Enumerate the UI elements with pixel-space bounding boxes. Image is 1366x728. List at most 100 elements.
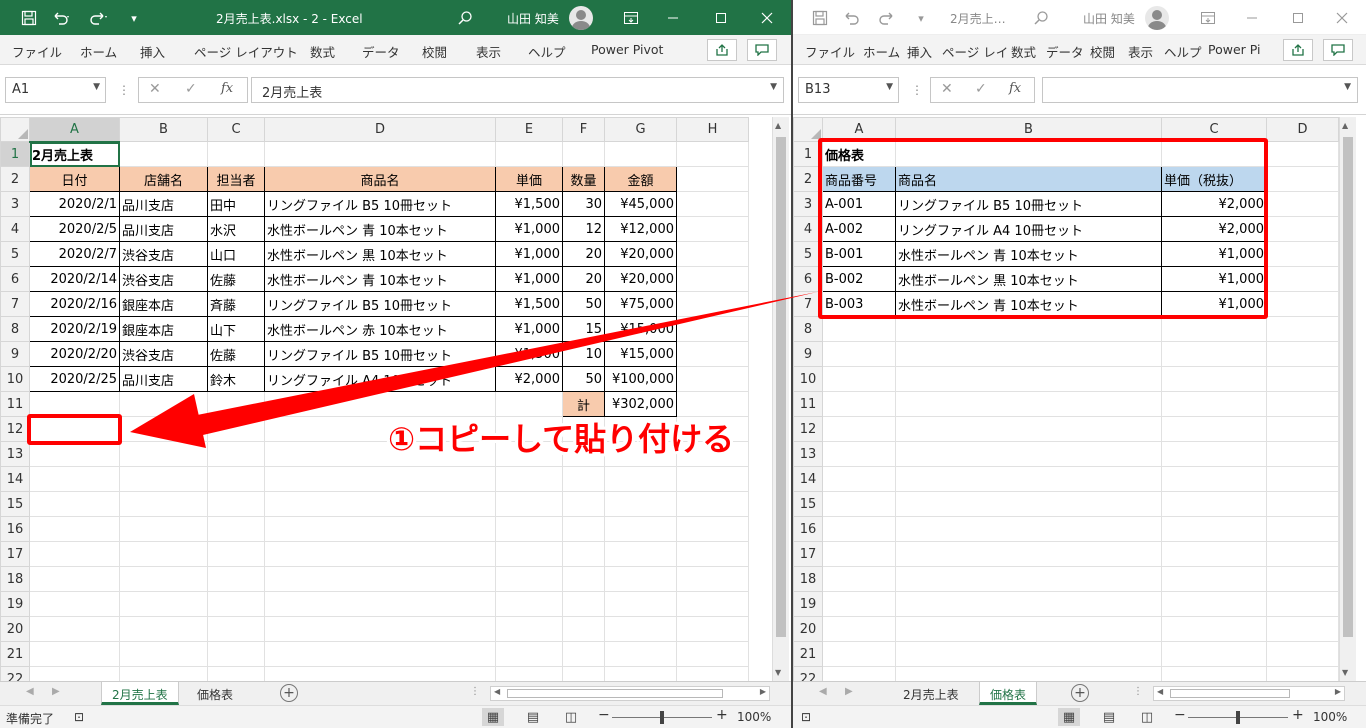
cell[interactable]	[676, 516, 749, 542]
cell[interactable]: リングファイル B5 10冊セット	[264, 291, 496, 317]
column-header[interactable]: A	[29, 117, 120, 143]
cell[interactable]: ¥1,500	[495, 341, 563, 367]
cell[interactable]	[207, 416, 265, 442]
menu-file[interactable]: ファイル	[12, 42, 62, 61]
cell[interactable]	[1161, 391, 1267, 417]
row-header[interactable]: 19	[793, 591, 823, 617]
cell[interactable]: 渋谷支店	[119, 241, 208, 267]
cell[interactable]: リングファイル A4 10冊セット	[264, 366, 496, 392]
menu-file[interactable]: ファイル	[805, 42, 855, 61]
cell[interactable]: ¥302,000	[604, 391, 677, 417]
cell[interactable]	[119, 566, 208, 592]
row-header[interactable]: 4	[0, 216, 30, 242]
cell[interactable]	[264, 641, 496, 667]
row-header[interactable]: 10	[0, 366, 30, 392]
ribbon-display-icon[interactable]	[620, 7, 642, 29]
cell[interactable]	[1266, 566, 1339, 592]
row-header[interactable]: 18	[0, 566, 30, 592]
cell[interactable]	[1161, 341, 1267, 367]
cell[interactable]	[1266, 216, 1339, 242]
row-header[interactable]: 19	[0, 591, 30, 617]
scroll-down-icon[interactable]: ▼	[775, 668, 781, 677]
page-layout-icon[interactable]: ▤	[522, 708, 544, 726]
row-header[interactable]: 17	[0, 541, 30, 567]
cell[interactable]: 2月売上表	[29, 141, 120, 167]
cell[interactable]: ¥20,000	[604, 266, 677, 292]
cell[interactable]	[895, 341, 1162, 367]
cell[interactable]	[676, 366, 749, 392]
customize-icon[interactable]: ▾	[913, 7, 929, 29]
cell[interactable]	[1161, 616, 1267, 642]
cell[interactable]: 佐藤	[207, 266, 265, 292]
cell[interactable]	[495, 491, 563, 517]
scroll-down-icon[interactable]: ▼	[1342, 668, 1348, 677]
cell[interactable]	[822, 416, 896, 442]
cell[interactable]	[822, 491, 896, 517]
row-header[interactable]: 14	[793, 466, 823, 492]
cell[interactable]: ¥1,000	[495, 266, 563, 292]
cell[interactable]	[676, 341, 749, 367]
cell[interactable]	[29, 641, 120, 667]
maximize-icon[interactable]	[710, 7, 732, 29]
cell[interactable]	[822, 316, 896, 342]
cell[interactable]	[1161, 541, 1267, 567]
cell[interactable]	[1266, 441, 1339, 467]
cell[interactable]: 佐藤	[207, 341, 265, 367]
cell[interactable]: 2020/2/19	[29, 316, 120, 342]
cell[interactable]	[29, 591, 120, 617]
row-header[interactable]: 6	[0, 266, 30, 292]
function-icon[interactable]: fx	[221, 81, 233, 96]
cell[interactable]	[264, 516, 496, 542]
cell[interactable]: 12	[562, 216, 605, 242]
cell[interactable]	[495, 141, 563, 167]
cell[interactable]	[676, 391, 749, 417]
cell[interactable]: 品川支店	[119, 216, 208, 242]
zoom-out-icon[interactable]: −	[598, 707, 610, 723]
row-header[interactable]: 17	[793, 541, 823, 567]
cell[interactable]: 銀座本店	[119, 291, 208, 317]
cell[interactable]: 山下	[207, 316, 265, 342]
horizontal-scrollbar[interactable]: ◀ ▶	[1153, 686, 1345, 701]
search-icon[interactable]	[454, 7, 476, 29]
horizontal-scrollbar[interactable]: ◀ ▶	[490, 686, 770, 701]
cell[interactable]	[495, 541, 563, 567]
cell[interactable]	[264, 141, 496, 167]
cell[interactable]: ¥20,000	[604, 241, 677, 267]
sheet-nav-prev-icon[interactable]: ◀	[26, 686, 34, 697]
add-sheet-icon[interactable]: +	[280, 684, 298, 702]
row-header[interactable]: 9	[0, 341, 30, 367]
cell[interactable]: 山口	[207, 241, 265, 267]
cell[interactable]	[1161, 441, 1267, 467]
column-header[interactable]: C	[207, 117, 265, 142]
cell[interactable]	[264, 666, 496, 681]
cell[interactable]	[562, 641, 605, 667]
enter-icon[interactable]: ✓	[185, 81, 197, 97]
cell[interactable]	[676, 641, 749, 667]
tab-sheet-prices[interactable]: 価格表	[979, 682, 1038, 705]
menu-page-layout[interactable]: ページ レイアウト	[194, 42, 298, 61]
cell[interactable]: リングファイル B5 10冊セット	[264, 341, 496, 367]
cell[interactable]	[1266, 141, 1339, 167]
cell[interactable]	[1266, 641, 1339, 667]
cell[interactable]: 15	[562, 316, 605, 342]
comment-icon[interactable]	[1323, 39, 1353, 61]
cell[interactable]: ¥1,500	[495, 291, 563, 317]
cell[interactable]: 2020/2/1	[29, 191, 120, 217]
cell[interactable]	[207, 391, 265, 417]
cell[interactable]	[264, 566, 496, 592]
scroll-thumb[interactable]	[776, 137, 786, 637]
cell[interactable]	[207, 141, 265, 167]
cell[interactable]	[207, 516, 265, 542]
cell[interactable]	[1161, 316, 1267, 342]
cell[interactable]	[822, 566, 896, 592]
cell[interactable]: ¥45,000	[604, 191, 677, 217]
cell[interactable]	[119, 641, 208, 667]
cell[interactable]	[822, 666, 896, 681]
cell[interactable]	[1161, 516, 1267, 542]
cell[interactable]: 水性ボールペン 赤 10本セット	[264, 316, 496, 342]
cell[interactable]: リングファイル B5 10冊セット	[264, 191, 496, 217]
cell[interactable]	[495, 616, 563, 642]
cell[interactable]	[1266, 516, 1339, 542]
cell[interactable]	[604, 616, 677, 642]
cell[interactable]: 斉藤	[207, 291, 265, 317]
